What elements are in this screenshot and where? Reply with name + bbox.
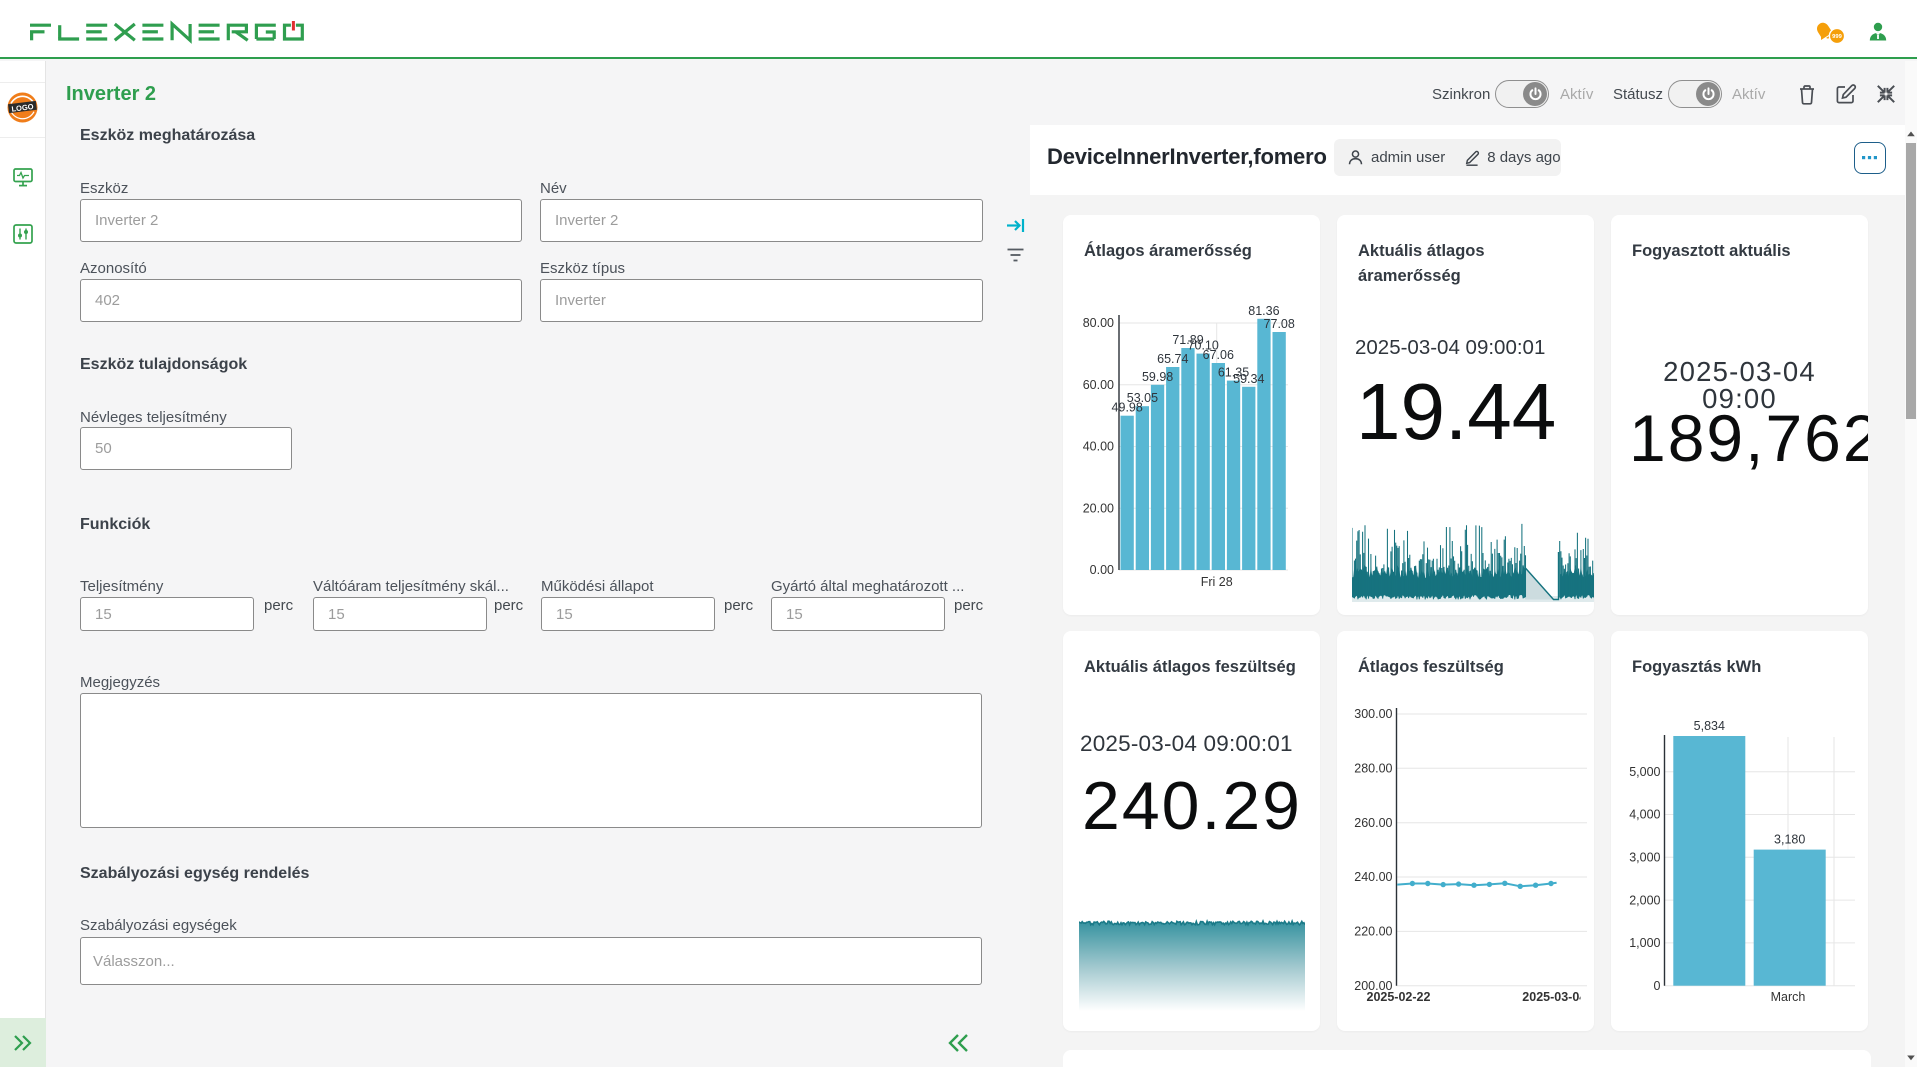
svg-text:4,000: 4,000 <box>1629 808 1660 822</box>
svg-text:999: 999 <box>1832 34 1842 40</box>
svg-text:300.00: 300.00 <box>1354 707 1392 721</box>
svg-text:60.00: 60.00 <box>1083 378 1114 392</box>
svg-text:67.06: 67.06 <box>1203 348 1234 362</box>
svg-text:Fri 28: Fri 28 <box>1201 575 1233 589</box>
svg-text:53.05: 53.05 <box>1127 391 1158 405</box>
svg-text:3,180: 3,180 <box>1774 833 1805 847</box>
svg-text:2,000: 2,000 <box>1629 893 1660 907</box>
svg-text:2025-03-04: 2025-03-04 <box>1522 990 1586 1004</box>
svg-text:2025-02-22: 2025-02-22 <box>1367 990 1431 1004</box>
svg-text:0: 0 <box>1654 979 1661 993</box>
svg-text:20.00: 20.00 <box>1083 501 1114 515</box>
svg-text:59.34: 59.34 <box>1233 372 1264 386</box>
svg-text:March: March <box>1771 990 1806 1004</box>
svg-text:81.36: 81.36 <box>1248 304 1279 318</box>
svg-text:80.00: 80.00 <box>1083 316 1114 330</box>
svg-text:260.00: 260.00 <box>1354 816 1392 830</box>
svg-text:1,000: 1,000 <box>1629 936 1660 950</box>
svg-text:59.98: 59.98 <box>1142 370 1173 384</box>
svg-text:240.00: 240.00 <box>1354 870 1392 884</box>
svg-text:77.08: 77.08 <box>1264 317 1295 331</box>
svg-text:280.00: 280.00 <box>1354 762 1392 776</box>
svg-text:65.74: 65.74 <box>1157 352 1188 366</box>
svg-text:5,834: 5,834 <box>1694 719 1725 733</box>
svg-text:5,000: 5,000 <box>1629 765 1660 779</box>
svg-text:0.00: 0.00 <box>1090 563 1114 577</box>
svg-text:40.00: 40.00 <box>1083 440 1114 454</box>
svg-text:220.00: 220.00 <box>1354 925 1392 939</box>
svg-text:3,000: 3,000 <box>1629 851 1660 865</box>
